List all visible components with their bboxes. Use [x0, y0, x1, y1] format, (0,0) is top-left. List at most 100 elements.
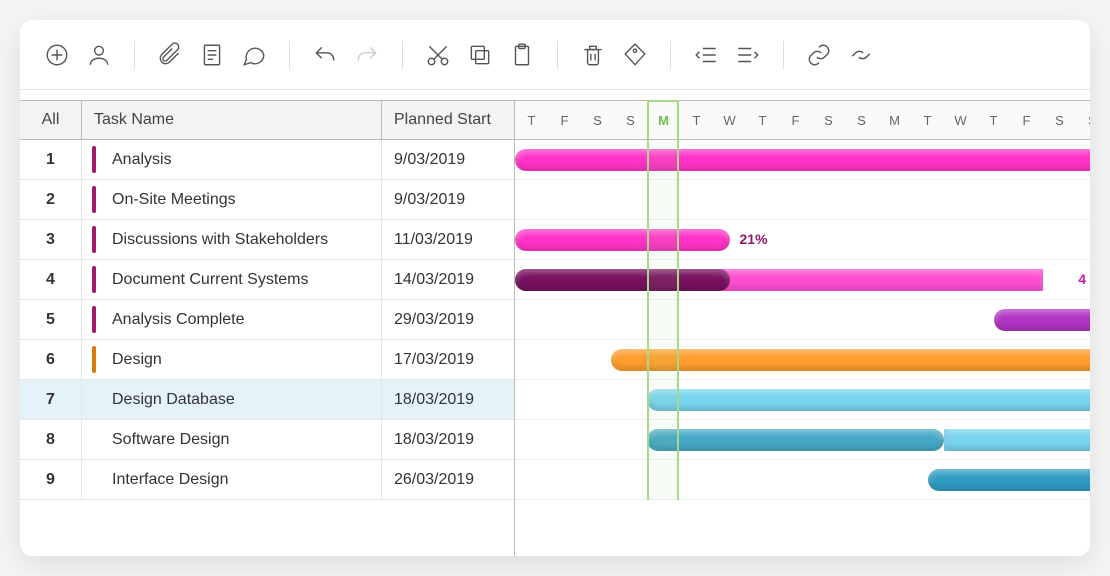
column-header-start[interactable]: Planned Start	[382, 101, 514, 139]
undo-icon[interactable]	[308, 38, 342, 72]
timeline-row	[515, 340, 1090, 380]
timeline-row	[515, 460, 1090, 500]
paste-icon[interactable]	[505, 38, 539, 72]
day-header: S	[812, 113, 845, 128]
task-name-cell[interactable]: Design	[82, 340, 382, 379]
day-header: W	[713, 113, 746, 128]
day-header: T	[977, 113, 1010, 128]
gantt-bar[interactable]	[944, 429, 1090, 451]
day-header: F	[548, 113, 581, 128]
day-header: W	[944, 113, 977, 128]
gantt-bar[interactable]	[928, 469, 1091, 491]
color-stripe	[92, 266, 96, 293]
row-number: 8	[20, 420, 82, 459]
gantt-bar[interactable]	[647, 429, 944, 451]
outdent-icon[interactable]	[689, 38, 723, 72]
day-header: S	[1076, 113, 1090, 128]
redo-icon[interactable]	[350, 38, 384, 72]
toolbar-separator	[134, 41, 135, 69]
gantt-bar[interactable]	[994, 309, 1091, 331]
color-stripe	[92, 226, 96, 253]
column-header-all[interactable]: All	[20, 101, 82, 139]
task-name: Interface Design	[112, 471, 229, 489]
timeline-row	[515, 140, 1090, 180]
cut-icon[interactable]	[421, 38, 455, 72]
table-row[interactable]: 8 Software Design 18/03/2019	[20, 420, 514, 460]
attachment-icon[interactable]	[153, 38, 187, 72]
row-number: 5	[20, 300, 82, 339]
copy-icon[interactable]	[463, 38, 497, 72]
tag-icon[interactable]	[618, 38, 652, 72]
table-row[interactable]: 4Document Current Systems14/03/2019	[20, 260, 514, 300]
planned-start-cell[interactable]: 18/03/2019	[382, 380, 514, 419]
link-icon[interactable]	[802, 38, 836, 72]
row-number: 2	[20, 180, 82, 219]
table-row[interactable]: 6Design17/03/2019	[20, 340, 514, 380]
day-header: M	[647, 113, 680, 128]
timeline-body: 21%4	[515, 140, 1090, 500]
day-header: T	[680, 113, 713, 128]
gantt-bar[interactable]	[515, 149, 1090, 171]
table-header: All Task Name Planned Start	[20, 100, 514, 140]
column-header-name[interactable]: Task Name	[82, 101, 382, 139]
day-header: T	[515, 113, 548, 128]
planned-start-cell[interactable]: 9/03/2019	[382, 180, 514, 219]
gantt-bar[interactable]	[515, 269, 1043, 291]
task-name-cell[interactable]: Software Design	[82, 420, 382, 459]
row-number: 3	[20, 220, 82, 259]
day-header: F	[1010, 113, 1043, 128]
task-name: Analysis	[112, 151, 172, 169]
table-row[interactable]: 1Analysis9/03/2019	[20, 140, 514, 180]
toolbar-separator	[289, 41, 290, 69]
planned-start-cell[interactable]: 26/03/2019	[382, 460, 514, 499]
color-stripe	[92, 346, 96, 373]
toolbar-separator	[557, 41, 558, 69]
timeline-row	[515, 300, 1090, 340]
planned-start-cell[interactable]: 18/03/2019	[382, 420, 514, 459]
task-name-cell[interactable]: Design Database	[82, 380, 382, 419]
timeline-panel: TFSSMTWTFSSMTWTFSS 21%4	[515, 100, 1090, 556]
task-name: Design Database	[112, 391, 235, 409]
table-row[interactable]: 5Analysis Complete29/03/2019	[20, 300, 514, 340]
add-icon[interactable]	[40, 38, 74, 72]
color-stripe	[92, 186, 96, 213]
day-header: S	[1043, 113, 1076, 128]
gantt-bar[interactable]	[647, 389, 1090, 411]
task-name-cell[interactable]: Analysis	[82, 140, 382, 179]
gantt-progress	[515, 269, 730, 291]
task-name-cell[interactable]: Analysis Complete	[82, 300, 382, 339]
progress-label: 21%	[740, 231, 768, 247]
task-name-cell[interactable]: On-Site Meetings	[82, 180, 382, 219]
planned-start-cell[interactable]: 17/03/2019	[382, 340, 514, 379]
task-name: Software Design	[112, 431, 229, 449]
planned-start-cell[interactable]: 14/03/2019	[382, 260, 514, 299]
gantt-bar[interactable]	[515, 229, 730, 251]
planned-start-cell[interactable]: 29/03/2019	[382, 300, 514, 339]
timeline-row: 21%	[515, 220, 1090, 260]
row-number: 6	[20, 340, 82, 379]
indent-icon[interactable]	[731, 38, 765, 72]
task-table: All Task Name Planned Start 1Analysis9/0…	[20, 100, 515, 556]
task-name-cell[interactable]: Interface Design	[82, 460, 382, 499]
day-header: T	[911, 113, 944, 128]
task-name-cell[interactable]: Discussions with Stakeholders	[82, 220, 382, 259]
note-icon[interactable]	[195, 38, 229, 72]
table-row[interactable]: 3Discussions with Stakeholders11/03/2019	[20, 220, 514, 260]
user-icon[interactable]	[82, 38, 116, 72]
row-number: 9	[20, 460, 82, 499]
comment-icon[interactable]	[237, 38, 271, 72]
toolbar-separator	[783, 41, 784, 69]
task-name-cell[interactable]: Document Current Systems	[82, 260, 382, 299]
day-header: M	[878, 113, 911, 128]
gantt-bar[interactable]	[611, 349, 1090, 371]
delete-icon[interactable]	[576, 38, 610, 72]
planned-start-cell[interactable]: 9/03/2019	[382, 140, 514, 179]
task-name: On-Site Meetings	[112, 191, 236, 209]
table-row[interactable]: 2 On-Site Meetings 9/03/2019	[20, 180, 514, 220]
unlink-icon[interactable]	[844, 38, 878, 72]
table-row[interactable]: 9 Interface Design 26/03/2019	[20, 460, 514, 500]
day-header: T	[746, 113, 779, 128]
table-row[interactable]: 7Design Database18/03/2019	[20, 380, 514, 420]
day-header: S	[845, 113, 878, 128]
planned-start-cell[interactable]: 11/03/2019	[382, 220, 514, 259]
